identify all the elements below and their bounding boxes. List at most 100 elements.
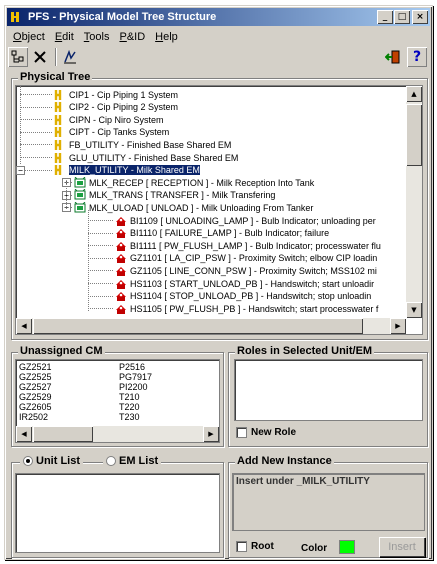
em-list-label: EM List: [119, 455, 159, 467]
menu-pid[interactable]: P&ID: [114, 31, 150, 43]
scroll-right-icon[interactable]: ▶: [390, 318, 406, 334]
tree-connector-line: [20, 106, 52, 108]
tree-node[interactable]: BI1109 [ UNLOADING_LAMP ] - Bulb Indicat…: [115, 214, 376, 227]
scroll-down-icon[interactable]: ▼: [406, 302, 422, 318]
tree-node[interactable]: HS1104 [ STOP_UNLOAD_PB ] - Handswitch; …: [115, 290, 371, 303]
tree-connector-line: [20, 119, 52, 121]
tree-node[interactable]: HS1105 [ PW_FLUSH_PB ] - Handswitch; sta…: [115, 302, 378, 315]
unit-list-radio[interactable]: Unit List: [20, 455, 83, 467]
root-checkbox[interactable]: Root: [236, 541, 274, 552]
tree-node-label: HS1105 [ PW_FLUSH_PB ] - Handswitch; sta…: [130, 303, 379, 314]
menu-tools[interactable]: Tools: [79, 31, 115, 43]
tree-vertical-scrollbar[interactable]: ▲ ▼: [406, 86, 422, 318]
physical-tree-group: Physical Tree CIP1 - Cip Piping 1 System…: [11, 71, 428, 340]
scroll-thumb-h[interactable]: [33, 426, 93, 442]
tree-node[interactable]: BI1110 [ FAILURE_LAMP ] - Bulb Indicator…: [115, 227, 329, 240]
menu-bar: Object Edit Tools P&ID Help: [8, 28, 183, 45]
tree-node[interactable]: MILK_UTILITY - Milk Shared EM: [54, 164, 201, 177]
help-icon[interactable]: ?: [407, 47, 427, 67]
em-list-radio-dot[interactable]: [106, 456, 116, 466]
unit-list-radio-dot[interactable]: [23, 456, 33, 466]
tree-connector-line: [88, 308, 113, 310]
system-icon: [54, 126, 66, 138]
scroll-left-icon[interactable]: ◀: [16, 318, 32, 334]
system-icon: [54, 139, 66, 151]
close-button[interactable]: ×: [412, 10, 428, 24]
scroll-up-icon[interactable]: ▲: [406, 86, 422, 102]
unit-list-label: Unit List: [36, 455, 80, 467]
cm-list-item[interactable]: GZ2527: [19, 382, 52, 392]
cm-list-item[interactable]: PI2200: [119, 382, 152, 392]
new-role-check[interactable]: [236, 427, 247, 438]
cm-list-item[interactable]: PG7917: [119, 372, 152, 382]
new-role-checkbox[interactable]: New Role: [236, 427, 296, 438]
insert-message-box: Insert under _MILK_UTILITY: [232, 473, 425, 531]
unit-em-list[interactable]: [15, 473, 220, 553]
menu-object[interactable]: Object: [8, 31, 50, 43]
cm-list-item[interactable]: GZ2525: [19, 372, 52, 382]
tree-node[interactable]: GZ1101 [ LA_CIP_PSW ] - Proximity Switch…: [115, 252, 377, 265]
toolbar-separator: [55, 48, 57, 66]
cm-list-item[interactable]: T210: [119, 392, 152, 402]
add-instance-label: Add New Instance: [235, 455, 334, 467]
scroll-thumb-h[interactable]: [33, 318, 363, 334]
insert-message: Insert under _MILK_UTILITY: [236, 476, 370, 487]
edit-icon[interactable]: [60, 47, 80, 67]
collapse-icon[interactable]: −: [16, 165, 25, 175]
roles-list[interactable]: [234, 359, 423, 421]
system-icon: [54, 101, 66, 113]
tree-node[interactable]: FB_UTILITY - Finished Base Shared EM: [54, 138, 231, 151]
scroll-left-icon[interactable]: ◀: [16, 426, 32, 442]
cm-list-item[interactable]: T220: [119, 402, 152, 412]
cm-list-item[interactable]: P2516: [119, 362, 152, 372]
menu-edit[interactable]: Edit: [50, 31, 79, 43]
tree-node[interactable]: GZ1105 [ LINE_CONN_PSW ] - Proximity Swi…: [115, 264, 377, 277]
root-check[interactable]: [236, 541, 247, 552]
tree-node-label: GLU_UTILITY - Finished Base Shared EM: [69, 152, 239, 163]
tree-node[interactable]: CIPN - Cip Niro System: [54, 113, 164, 126]
tree-node[interactable]: BI1111 [ PW_FLUSH_LAMP ] - Bulb Indicato…: [115, 239, 381, 252]
em-list-radio[interactable]: EM List: [103, 455, 162, 467]
menu-help[interactable]: Help: [150, 31, 183, 43]
minimize-button[interactable]: _: [377, 10, 393, 24]
control-module-icon: [115, 290, 127, 302]
tree-connector-line: [20, 144, 52, 146]
cm-horizontal-scrollbar[interactable]: ◀ ▶: [16, 426, 219, 442]
cm-list-item[interactable]: GZ2521: [19, 362, 52, 372]
tree-node[interactable]: MLK_RECEP [ RECEPTION ] - Milk Reception…: [74, 176, 314, 189]
maximize-button[interactable]: □: [394, 10, 410, 24]
app-icon: [10, 10, 24, 24]
color-swatch[interactable]: [339, 540, 355, 554]
exit-door-icon[interactable]: [383, 47, 403, 67]
physical-tree[interactable]: CIP1 - Cip Piping 1 System CIP2 - Cip Pip…: [15, 85, 423, 335]
tree-connector-line: [20, 86, 21, 164]
system-icon: [54, 152, 66, 164]
tree-node[interactable]: CIP1 - Cip Piping 1 System: [54, 88, 178, 101]
toolbar: ?: [8, 46, 429, 68]
delete-icon[interactable]: [30, 47, 50, 67]
control-module-icon: [115, 278, 127, 290]
tree-node[interactable]: MLK_TRANS [ TRANSFER ] - Milk Transferin…: [74, 189, 275, 202]
insert-button[interactable]: Insert: [379, 537, 425, 557]
scroll-right-icon[interactable]: ▶: [203, 426, 219, 442]
cm-list-item[interactable]: T230: [119, 412, 152, 422]
tree-horizontal-scrollbar[interactable]: ◀ ▶: [16, 318, 406, 334]
cm-list-item[interactable]: IR2502: [19, 412, 52, 422]
scroll-thumb[interactable]: [406, 104, 422, 166]
title-bar[interactable]: PFS - Physical Model Tree Structure _ □ …: [7, 8, 430, 26]
cm-list-item[interactable]: GZ2529: [19, 392, 52, 402]
tree-new-icon[interactable]: [8, 47, 28, 67]
tree-node[interactable]: MLK_ULOAD [ UNLOAD ] - Milk Unloading Fr…: [74, 201, 313, 214]
physical-tree-label: Physical Tree: [18, 71, 93, 83]
tree-node[interactable]: CIPT - Cip Tanks System: [54, 126, 169, 139]
tree-node[interactable]: HS1103 [ START_UNLOAD_PB ] - Handswitch;…: [115, 277, 374, 290]
tree-node[interactable]: GLU_UTILITY - Finished Base Shared EM: [54, 151, 238, 164]
cm-list-item[interactable]: GZ2605: [19, 402, 52, 412]
tree-node-label: GZ1105 [ LINE_CONN_PSW ] - Proximity Swi…: [130, 265, 377, 276]
tree-node-label: CIPT - Cip Tanks System: [69, 127, 170, 138]
tree-connector-line: [88, 245, 113, 247]
unassigned-cm-list[interactable]: GZ2521 GZ2525 GZ2527 GZ2529 GZ2605 IR2502 P25…: [15, 359, 220, 443]
tree-node[interactable]: CIP2 - Cip Piping 2 System: [54, 101, 178, 114]
tree-connector-line: [88, 257, 113, 259]
control-module-icon: [115, 303, 127, 315]
